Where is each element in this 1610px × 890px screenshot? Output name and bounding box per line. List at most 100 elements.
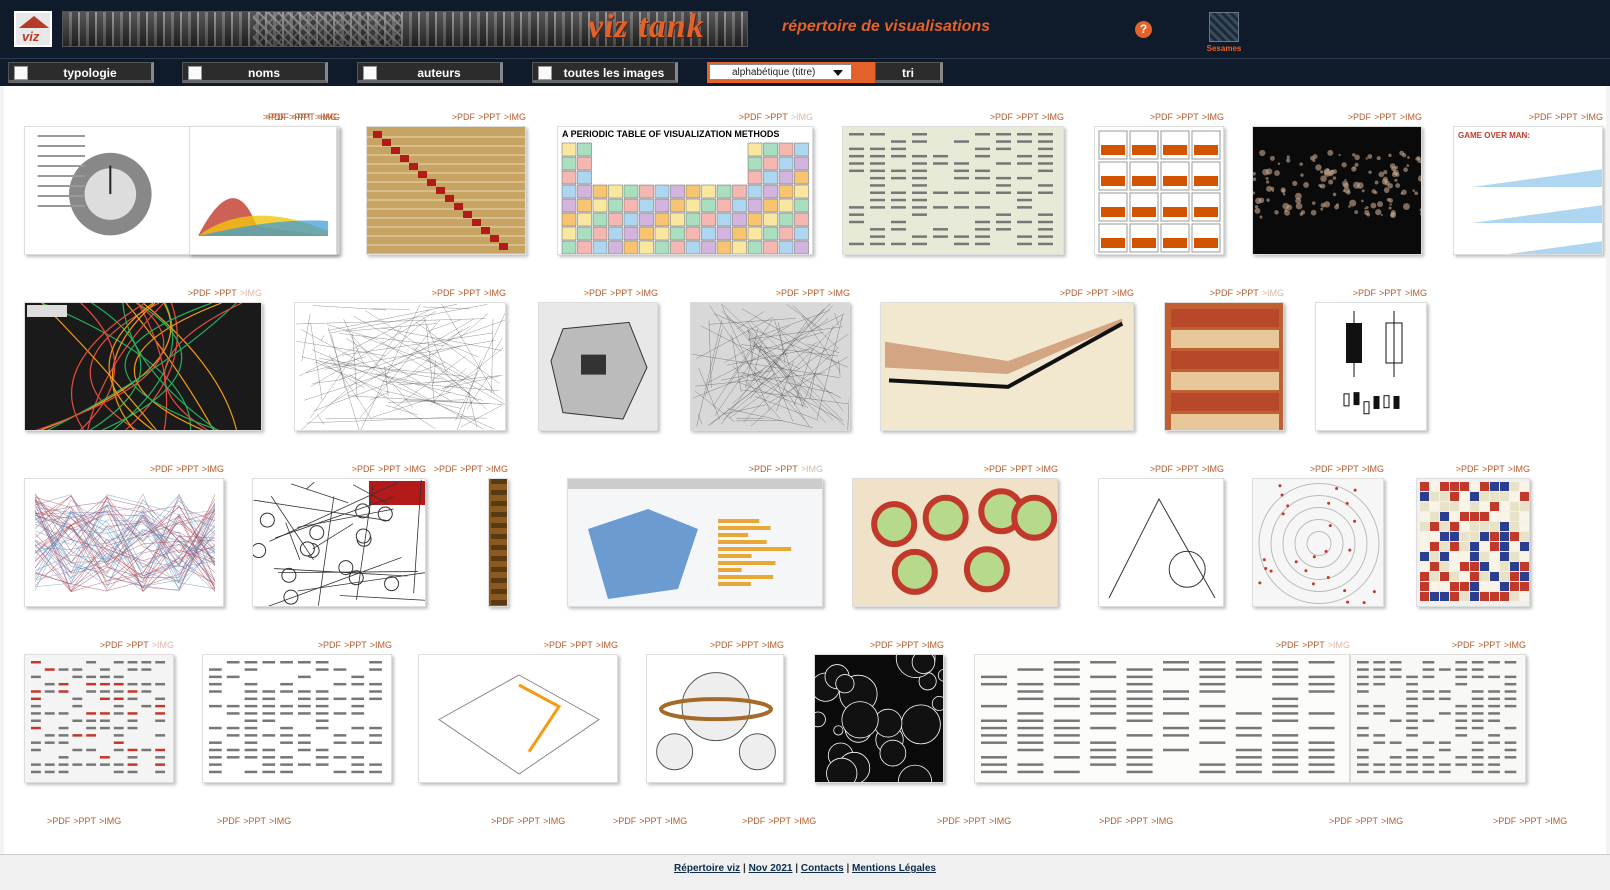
thumbnail-mbta-bus[interactable] (24, 302, 262, 431)
pdf-link[interactable]: >PDF (584, 288, 607, 298)
thumbnail-geometry[interactable] (1098, 478, 1224, 607)
gallery-card-partial[interactable]: >PDF >PPT >IMG (488, 816, 598, 830)
thumbnail-network-map[interactable] (690, 302, 850, 431)
gallery-card-partial[interactable]: >PDF >PPT >IMG (1326, 816, 1436, 830)
ppt-link[interactable]: >PPT (458, 288, 481, 298)
thumbnail-squares-grid[interactable] (1416, 478, 1530, 607)
gallery-card-partial[interactable]: >PDF >PPT >IMG (44, 816, 154, 830)
img-link[interactable]: >IMG (801, 464, 823, 474)
pdf-link[interactable]: >PDF (1529, 112, 1552, 122)
gallery-card[interactable]: >PDF >PPT >IMG (434, 464, 508, 607)
img-link[interactable]: >IMG (202, 464, 224, 474)
pdf-link[interactable]: >PDF (984, 464, 1007, 474)
pdf-link[interactable]: >PDF (749, 464, 772, 474)
ppt-link[interactable]: >PPT (1555, 112, 1578, 122)
img-link[interactable]: >IMG (1362, 464, 1384, 474)
gallery-card[interactable]: >PDF >PPT >IMG (974, 640, 1350, 783)
img-link[interactable]: >IMG (1112, 288, 1134, 298)
img-link[interactable]: >IMG (794, 816, 816, 826)
pdf-link[interactable]: >PDF (150, 464, 173, 474)
pdf-link[interactable]: >PDF (739, 112, 762, 122)
gallery-card[interactable]: >PDF >PPT >IMG (646, 640, 784, 783)
thumbnail-flugplan[interactable] (252, 478, 426, 607)
gallery-card[interactable]: >PDF >PPT >IMG (1315, 288, 1427, 431)
pdf-link[interactable]: >PDF (1060, 288, 1083, 298)
footer-link-mentions[interactable]: Mentions Légales (852, 863, 936, 874)
img-link[interactable]: >IMG (791, 112, 813, 122)
gallery-card[interactable]: >PDF >PPT >IMG (690, 288, 850, 431)
img-link[interactable]: >IMG (828, 288, 850, 298)
gallery-card[interactable]: >PDF >PPT >IMG (538, 288, 658, 431)
pdf-link[interactable]: >PDF (1456, 464, 1479, 474)
footer-link-contacts[interactable]: Contacts (801, 863, 844, 874)
ppt-link[interactable]: >PPT (775, 464, 798, 474)
nav-button-toutes-images[interactable]: toutes les images (532, 62, 678, 83)
pdf-link[interactable]: >PDF (352, 464, 375, 474)
thumbnail-diagonal-matrix[interactable] (366, 126, 526, 255)
pdf-link[interactable]: >PDF (710, 640, 733, 650)
thumbnail-game-over-man[interactable]: GAME OVER MAN: (1453, 126, 1603, 255)
pdf-link[interactable]: >PDF (776, 288, 799, 298)
ppt-link[interactable]: >PPT (1016, 112, 1039, 122)
thumbnail-pie-map[interactable] (852, 478, 1058, 607)
img-link[interactable]: >IMG (1508, 464, 1530, 474)
pdf-link[interactable]: >PDF (1210, 288, 1233, 298)
gallery-card[interactable]: >PDF >PPT >IMG (1164, 288, 1284, 431)
thumbnail-dark-heatmap[interactable] (1252, 126, 1422, 255)
pdf-link[interactable]: >PDF (100, 640, 123, 650)
ppt-link[interactable]: >PPT (1176, 112, 1199, 122)
gallery-card[interactable]: >PDF >PPT >IMG (202, 640, 392, 783)
img-link[interactable]: >IMG (636, 288, 658, 298)
img-link[interactable]: >IMG (486, 464, 508, 474)
img-link[interactable]: >IMG (269, 816, 291, 826)
ppt-link[interactable]: >PPT (73, 816, 96, 826)
img-link[interactable]: >IMG (404, 464, 426, 474)
pdf-link[interactable]: >PDF (434, 464, 457, 474)
ppt-link[interactable]: >PPT (1478, 640, 1501, 650)
gallery-card[interactable]: >PDF >PPT >IMG (418, 640, 618, 783)
checkbox-icon[interactable] (188, 66, 202, 80)
gallery-card[interactable]: >PDF >PPT >IMG (366, 112, 526, 255)
gallery-card[interactable]: >PDF >PPT >IMG (189, 112, 337, 255)
thumbnail-parallel-coords[interactable] (24, 478, 224, 607)
ppt-link[interactable]: >PPT (1374, 112, 1397, 122)
thumbnail-manuscript[interactable] (1164, 302, 1284, 431)
pdf-link[interactable]: >PDF (1276, 640, 1299, 650)
ppt-link[interactable]: >PPT (1125, 816, 1148, 826)
gallery-card[interactable]: >PDF >PPT >IMG (24, 464, 224, 607)
pdf-link[interactable]: >PDF (870, 640, 893, 650)
gallery-card[interactable]: >PDF >PPT >IMG (842, 112, 1064, 255)
thumbnail-minard[interactable] (880, 302, 1134, 431)
gallery-card[interactable]: >PDF >PPT >IMG (814, 640, 944, 783)
gallery-card[interactable]: >PDF >PPT >IMG (567, 464, 823, 607)
checkbox-icon[interactable] (538, 66, 552, 80)
img-link[interactable]: >IMG (1202, 464, 1224, 474)
pdf-link[interactable]: >PDF (188, 288, 211, 298)
img-link[interactable]: >IMG (1151, 816, 1173, 826)
gallery-card-partial[interactable]: >PDF >PPT >IMG (934, 816, 1044, 830)
ppt-link[interactable]: >PPT (1355, 816, 1378, 826)
img-link[interactable]: >IMG (1504, 640, 1526, 650)
thumbnail-city-map[interactable] (294, 302, 506, 431)
gallery-card[interactable]: >PDF >PPT >IMG (1416, 464, 1530, 607)
img-link[interactable]: >IMG (1042, 112, 1064, 122)
pdf-link[interactable]: >PDF (1353, 288, 1376, 298)
img-link[interactable]: >IMG (1400, 112, 1422, 122)
ppt-link[interactable]: >PPT (1482, 464, 1505, 474)
img-link[interactable]: >IMG (1381, 816, 1403, 826)
pdf-link[interactable]: >PDF (990, 112, 1013, 122)
thumbnail-bubbles[interactable] (814, 654, 944, 783)
gallery-card-partial[interactable]: >PDF >PPT >IMG (610, 816, 720, 830)
thumbnail-narrow-strip[interactable] (488, 478, 508, 607)
pdf-link[interactable]: >PDF (544, 640, 567, 650)
sort-select[interactable]: alphabétique (titre) (709, 64, 852, 80)
footer-link-date[interactable]: Nov 2021 (749, 863, 793, 874)
thumbnail-bar-grid[interactable] (1094, 126, 1224, 255)
ppt-link[interactable]: >PPT (478, 112, 501, 122)
thumbnail-polar-plot[interactable] (1252, 478, 1384, 607)
gallery-card[interactable]: >PDF >PPT >IMG (294, 288, 506, 431)
pdf-link[interactable]: >PDF (1099, 816, 1122, 826)
thumbnail-table-viz[interactable] (842, 126, 1064, 255)
img-link[interactable]: >IMG (543, 816, 565, 826)
ppt-link[interactable]: >PPT (460, 464, 483, 474)
